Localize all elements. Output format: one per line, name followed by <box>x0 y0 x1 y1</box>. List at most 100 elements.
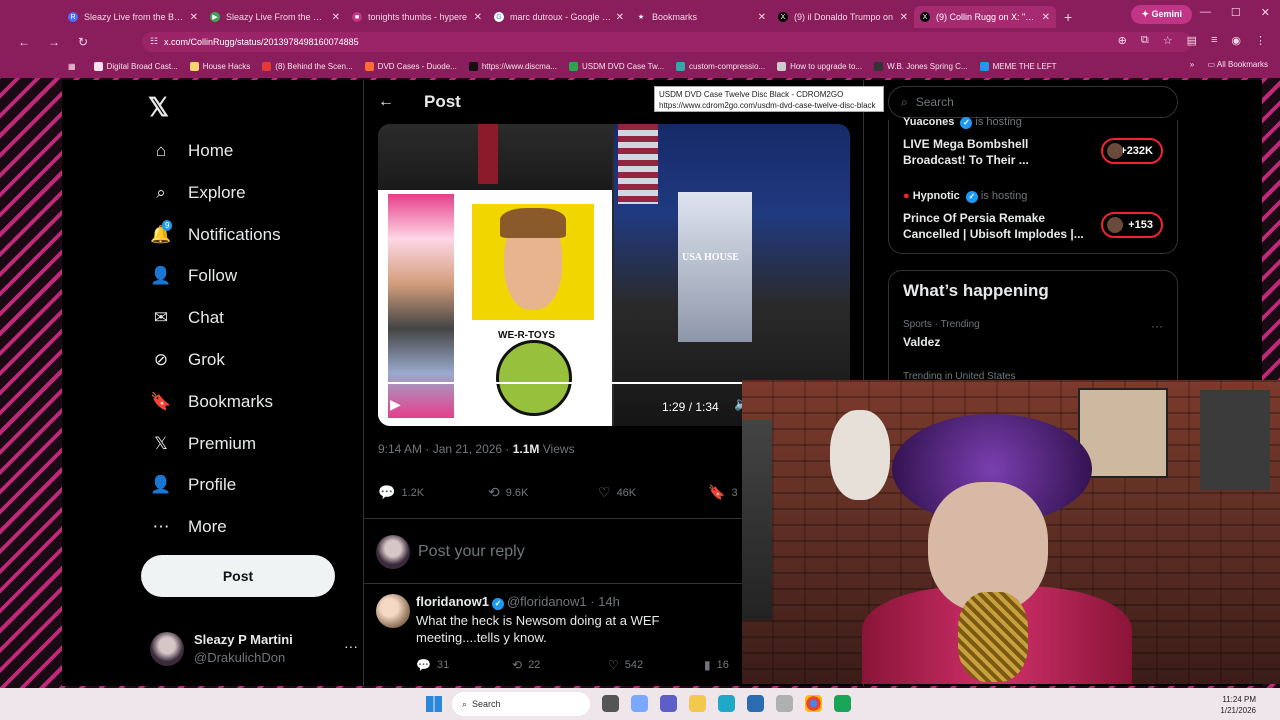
podium-text: USA HOUSE <box>682 252 739 263</box>
reply-button[interactable]: 💬 1.2K <box>378 484 488 501</box>
store-icon[interactable] <box>747 695 764 712</box>
bookmark-item[interactable]: MEME THE LEFT <box>979 61 1056 71</box>
close-tab-icon[interactable]: ✕ <box>190 12 198 23</box>
search-input[interactable]: ⌕ Search <box>888 86 1178 118</box>
repost-button[interactable]: ⟲ 9.6K <box>488 484 598 501</box>
trend-category: Sports · Trending <box>903 319 980 330</box>
extensions-icon[interactable]: ≡ <box>1211 34 1217 47</box>
reply-repost-button[interactable]: ⟲ 22 <box>512 658 608 672</box>
space-title[interactable]: LIVE Mega Bombshell Broadcast! To Their … <box>903 136 1093 168</box>
bookmark-item[interactable]: https://www.discma... <box>468 61 557 71</box>
settings-icon[interactable] <box>776 695 793 712</box>
reload-icon[interactable]: ↻ <box>78 35 88 49</box>
copilot-icon[interactable] <box>631 695 648 712</box>
bookmark-item[interactable]: W.B. Jones Spring C... <box>874 61 968 71</box>
app-icon[interactable] <box>834 695 851 712</box>
nav-item-grok[interactable]: ⊘ Grok <box>150 343 225 377</box>
nav-item-notifications[interactable]: 🔔 9 Notifications <box>150 218 281 252</box>
close-tab-icon[interactable]: ✕ <box>1042 12 1050 23</box>
video-time: 1:29 / 1:34 <box>662 400 719 414</box>
space-title[interactable]: Prince Of Persia Remake Cancelled | Ubis… <box>903 210 1093 242</box>
play-icon[interactable]: ▶ <box>390 396 401 413</box>
bookmark-item[interactable]: House Hacks <box>189 61 250 71</box>
nav-item-bookmarks[interactable]: 🔖 Bookmarks <box>150 385 273 419</box>
reply-text: What the heck is Newsom doing at a WEF m… <box>416 613 660 645</box>
gemini-button[interactable]: ✦ Gemini <box>1131 5 1192 24</box>
browser-tab[interactable]: X (9) il Donaldo Trumpo on ✕ <box>772 6 914 28</box>
taskbar-search[interactable]: ⌕ Search <box>452 692 590 716</box>
reply-like-button[interactable]: ♡ 542 <box>608 658 704 672</box>
all-bookmarks-button[interactable]: » ▭ All Bookmarks <box>1190 60 1268 69</box>
x-logo-icon[interactable]: 𝕏 <box>148 92 169 123</box>
nav-item-follow[interactable]: 👤 Follow <box>150 259 237 293</box>
nav-item-more[interactable]: ⋯ More <box>150 510 227 544</box>
new-tab-icon[interactable]: + <box>1064 9 1072 25</box>
bookmark-item[interactable]: (8) Behind the Scen... <box>262 61 353 71</box>
bookmark-favicon-icon <box>468 61 478 71</box>
close-tab-icon[interactable]: ✕ <box>758 12 766 23</box>
nav-item-home[interactable]: ⌂ Home <box>150 134 234 168</box>
forward-icon[interactable]: → <box>48 35 60 49</box>
maximize-icon[interactable]: ☐ <box>1231 6 1241 19</box>
windows-start-icon[interactable] <box>426 696 442 712</box>
nav-item-profile[interactable]: 👤 Profile <box>150 468 236 502</box>
install-icon[interactable]: ⧉ <box>1141 34 1149 47</box>
site-info-icon[interactable]: ☷ <box>150 36 158 47</box>
browser-tab[interactable]: ▶ Sleazy Live From the Bunk ✕ <box>204 6 346 28</box>
reply-name[interactable]: floridanow1 <box>416 594 489 609</box>
close-tab-icon[interactable]: ✕ <box>616 12 624 23</box>
minimize-icon[interactable]: — <box>1200 6 1211 19</box>
browser-tab[interactable]: R Sleazy Live from the Bunk ✕ <box>62 6 204 28</box>
browser-tab[interactable]: Gmarc dutroux - Google Se ✕ <box>488 6 630 28</box>
post-button[interactable]: Post <box>141 555 335 597</box>
nav-label: Bookmarks <box>188 391 274 411</box>
bookmark-label: USDM DVD Case Tw... <box>581 61 665 71</box>
bookmark-item[interactable]: DVD Cases - Duode... <box>364 61 457 71</box>
reply-avatar[interactable] <box>376 594 410 628</box>
nav-item-chat[interactable]: ✉ Chat <box>150 301 224 335</box>
task-view-icon[interactable] <box>602 695 619 712</box>
like-button[interactable]: ♡ 46K <box>598 484 708 501</box>
file-explorer-icon[interactable] <box>689 695 706 712</box>
trend-name[interactable]: Valdez <box>903 335 940 349</box>
close-tab-icon[interactable]: ✕ <box>900 12 908 23</box>
address-bar-row: ← → ↻ ☷ x.com/CollinRugg/status/20139784… <box>0 30 1280 54</box>
avatar <box>150 632 184 666</box>
nav-item-premium[interactable]: 𝕏 Premium <box>150 427 256 461</box>
apps-icon[interactable]: ▦ <box>68 62 76 71</box>
browser-tab[interactable]: ■ tonights thumbs - hypere ✕ <box>346 6 488 28</box>
close-tab-icon[interactable]: ✕ <box>474 12 482 23</box>
nav-item-explore[interactable]: ⌕ Explore <box>150 176 245 210</box>
account-switcher[interactable]: Sleazy P Martini @DrakulichDon ··· <box>148 628 358 668</box>
bookmark-item[interactable]: custom-compressio... <box>676 61 765 71</box>
profile-avatar-icon[interactable]: ◉ <box>1231 34 1241 47</box>
system-clock[interactable]: 11:24 PM 1/21/2026 <box>1220 694 1256 716</box>
ken-hair <box>500 208 566 238</box>
bookmark-item[interactable]: Digital Broad Cast... <box>93 61 178 71</box>
bookmark-item[interactable]: How to upgrade to... <box>777 61 862 71</box>
back-arrow-icon[interactable]: ← <box>378 93 394 111</box>
tab-label: (9) il Donaldo Trumpo on <box>794 12 894 22</box>
nav-label: Follow <box>188 266 238 286</box>
browser-tab[interactable]: X (9) Collin Rugg on X: "NEV ✕ <box>914 6 1056 28</box>
more-icon[interactable]: ··· <box>344 638 358 654</box>
teams-icon[interactable] <box>660 695 677 712</box>
more-icon[interactable]: ··· <box>1151 319 1163 333</box>
edge-icon[interactable] <box>718 695 735 712</box>
chrome-icon[interactable] <box>805 695 822 712</box>
bookmark-item[interactable]: USDM DVD Case Tw... <box>568 61 665 71</box>
url-field[interactable]: ☷ x.com/CollinRugg/status/20139784981600… <box>142 32 1192 52</box>
reply-reply-button[interactable]: 💬 31 <box>416 658 512 672</box>
back-icon[interactable]: ← <box>18 35 30 49</box>
browser-tab[interactable]: ★ Bookmarks ✕ <box>630 6 772 28</box>
nav-label: Chat <box>188 308 224 328</box>
close-window-icon[interactable]: ✕ <box>1261 6 1270 19</box>
star-icon[interactable]: ☆ <box>1163 34 1173 47</box>
space-listener-button[interactable]: +232K <box>1101 138 1163 164</box>
nav-label: Premium <box>188 433 257 453</box>
space-listener-button[interactable]: +153 <box>1101 212 1163 238</box>
close-tab-icon[interactable]: ✕ <box>332 12 340 23</box>
menu-icon[interactable]: ⋮ <box>1255 34 1266 47</box>
zoom-icon[interactable]: ⊕ <box>1118 34 1127 47</box>
sidepanel-icon[interactable]: ▤ <box>1187 34 1197 47</box>
